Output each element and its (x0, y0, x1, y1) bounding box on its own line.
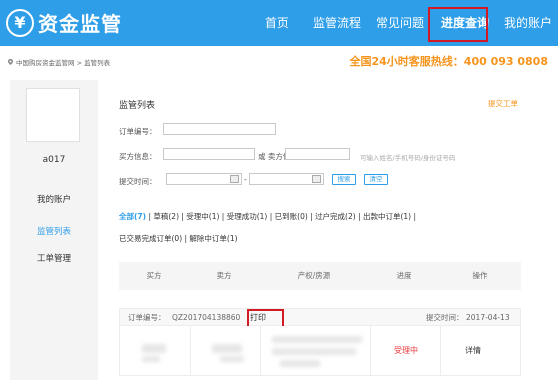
order-date-caption: 提交时间： (426, 313, 464, 322)
filter-releasing[interactable]: 解除中订单(1) (189, 234, 237, 243)
table-row: 受理中 详情 (119, 326, 521, 376)
redacted-property-line-2 (272, 348, 356, 355)
filter-transferred[interactable]: 过户完成(2) (315, 212, 356, 221)
redacted-property-line-3 (280, 360, 320, 367)
redacted-buyer-extra (142, 356, 160, 362)
date-separator: - (244, 175, 247, 184)
column-buyer: 买方 (146, 271, 162, 280)
column-seller: 卖方 (216, 271, 232, 280)
seller-info-input[interactable] (285, 148, 350, 160)
highlight-box-nav (428, 7, 488, 42)
column-actions: 操作 (472, 271, 488, 280)
order-number-value: QZ201704138860 (172, 313, 241, 322)
detail-button[interactable]: 详情 (465, 326, 481, 376)
nav-my-account[interactable]: 我的账户 (500, 0, 558, 46)
redacted-buyer (142, 344, 166, 353)
column-divider (260, 326, 261, 376)
avatar (26, 88, 80, 142)
search-hint: 可输入姓名/手机号码/身份证号码 (360, 154, 456, 162)
sidebar: a017 我的账户 监管列表 工单管理 (10, 80, 98, 380)
filter-all[interactable]: 全部(7) (119, 212, 146, 221)
location-pin-icon (8, 59, 13, 65)
column-divider (440, 326, 441, 376)
status-filter-row-2: 已交易完成订单(0) | 解除中订单(1) (119, 234, 238, 243)
column-divider (370, 326, 371, 376)
order-number-label: 订单编号： (119, 127, 157, 136)
buyer-info-label: 买方信息： (119, 152, 157, 161)
column-divider (190, 326, 191, 376)
breadcrumb-text[interactable]: 中国购房资金监管网 > 监管列表 (16, 57, 110, 67)
status-badge: 受理中 (394, 346, 418, 355)
hotline-text: 全国24小时客服热线：400 093 0808 (349, 55, 548, 68)
column-property: 产权/房源 (297, 271, 331, 280)
filter-draft[interactable]: 草稿(2) (153, 212, 179, 221)
column-progress: 进度 (396, 271, 412, 280)
redacted-seller (212, 344, 242, 353)
calendar-icon[interactable] (312, 175, 321, 183)
start-date-input[interactable] (166, 173, 242, 185)
clear-button[interactable]: 清空 (364, 174, 388, 185)
filter-completed[interactable]: 已交易完成订单(0) (119, 234, 182, 243)
order-number-caption: 订单编号： (128, 313, 166, 322)
search-button[interactable]: 搜索 (332, 174, 356, 185)
table-header: 买方 卖方 产权/房源 进度 操作 (119, 262, 521, 290)
site-logo[interactable]: ¥ 资金监管 (6, 8, 122, 37)
nav-faq[interactable]: 常见问题 (369, 0, 433, 46)
filter-processing[interactable]: 受理中(1) (186, 212, 219, 221)
sidebar-item-supervision-list[interactable]: 监管列表 (10, 225, 98, 237)
redacted-seller-extra (220, 356, 244, 362)
buyer-info-input[interactable] (163, 148, 255, 160)
nav-process[interactable]: 监管流程 (306, 0, 369, 46)
filter-accepted[interactable]: 受理成功(1) (227, 212, 268, 221)
breadcrumb: 中国购房资金监管网 > 监管列表 (8, 57, 110, 67)
yuan-logo-icon: ¥ (6, 8, 34, 37)
calendar-icon[interactable] (230, 175, 239, 183)
sidebar-item-ticket-management[interactable]: 工单管理 (10, 252, 98, 264)
end-date-input[interactable] (249, 173, 324, 185)
order-date-value: 2017-04-13 (466, 313, 510, 322)
order-header: 订单编号： QZ201704138860 打印 提交时间： 2017-04-13 (119, 308, 521, 326)
page-title: 监管列表 (119, 101, 156, 111)
nav-home[interactable]: 首页 (258, 0, 306, 46)
username: a017 (42, 155, 66, 165)
filter-paying-out[interactable]: 出款中订单(1) (363, 212, 411, 221)
submit-time-label: 提交时间： (119, 177, 157, 186)
status-filter-row-1: 全部(7) | 草稿(2) | 受理中(1) | 受理成功(1) | 已到账(0… (119, 212, 417, 221)
redacted-property-line-1 (272, 336, 362, 343)
app-window: ¥ 资金监管 首页 监管流程 常见问题 进度查询 我的账户 中国购房资金监管网 … (0, 0, 558, 390)
submit-ticket-link[interactable]: 提交工单 (488, 98, 518, 109)
order-number-input[interactable] (163, 123, 276, 135)
main-nav: 首页 监管流程 常见问题 进度查询 我的账户 (258, 0, 558, 46)
filter-arrived[interactable]: 已到账(0) (275, 212, 308, 221)
site-title: 资金监管 (38, 12, 122, 36)
sidebar-item-my-account[interactable]: 我的账户 (10, 193, 98, 205)
